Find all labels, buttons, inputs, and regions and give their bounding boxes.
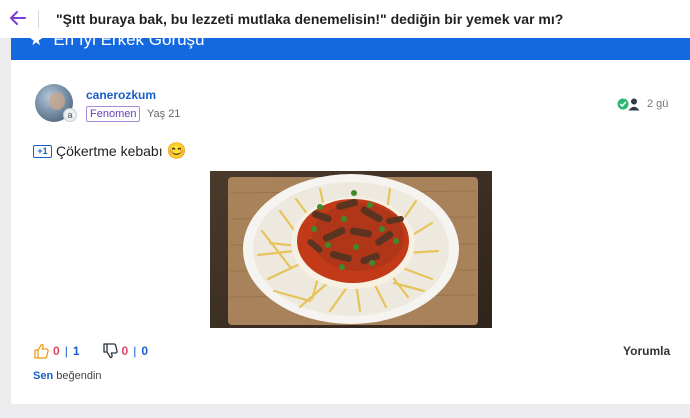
top-bar: "Şıtt buraya bak, bu lezzeti mutlaka den… bbox=[0, 0, 690, 38]
dislike-total: 0 bbox=[141, 344, 148, 358]
food-photo[interactable] bbox=[210, 171, 492, 328]
reaction-bar: 0 | 1 0 | 0 bbox=[33, 343, 156, 359]
best-answer-banner: ★ En İyi Erkek Görüşü bbox=[11, 38, 690, 60]
like-total: 1 bbox=[72, 344, 80, 358]
username-link[interactable]: canerozkum bbox=[86, 88, 156, 102]
thumbs-down-icon bbox=[102, 343, 118, 359]
like-button[interactable]: 0 | 1 bbox=[33, 343, 80, 359]
dislike-separator: | bbox=[133, 344, 137, 358]
header-divider bbox=[38, 10, 39, 28]
liked-by-you-link[interactable]: Sen bbox=[33, 370, 53, 382]
comment-button[interactable]: Yorumla bbox=[623, 344, 670, 358]
liked-by-rest: beğendin bbox=[56, 370, 102, 382]
plus-one-badge[interactable]: +1 bbox=[33, 144, 52, 158]
back-arrow-icon[interactable] bbox=[8, 8, 28, 28]
age-label: Yaş 21 bbox=[147, 108, 181, 120]
verified-user-icon bbox=[617, 98, 640, 111]
post-time: 2 gü bbox=[647, 98, 669, 110]
role-badge[interactable]: Fenomen bbox=[86, 106, 141, 122]
post-meta: 2 gü bbox=[617, 97, 668, 111]
thumbs-up-icon bbox=[34, 343, 49, 359]
dislike-count: 0 bbox=[121, 344, 129, 358]
like-separator: | bbox=[64, 344, 68, 358]
answer-card: a canerozkum Fenomen Yaş 21 2 gü +1 Çöke… bbox=[11, 60, 690, 404]
star-icon: ★ bbox=[29, 38, 44, 49]
answer-body: +1 Çökertme kebabı 😊 bbox=[33, 141, 187, 161]
question-title[interactable]: "Şıtt buraya bak, bu lezzeti mutlaka den… bbox=[56, 11, 563, 27]
answer-text: Çökertme kebabı bbox=[56, 143, 163, 159]
banner-label: En İyi Erkek Görüşü bbox=[53, 38, 205, 49]
like-count: 0 bbox=[53, 344, 60, 358]
avatar-badge: a bbox=[63, 108, 77, 122]
dislike-button[interactable]: 0 | 0 bbox=[102, 343, 148, 359]
liked-by-text: Sen beğendin bbox=[33, 370, 102, 382]
smile-emoji-icon: 😊 bbox=[166, 143, 187, 160]
